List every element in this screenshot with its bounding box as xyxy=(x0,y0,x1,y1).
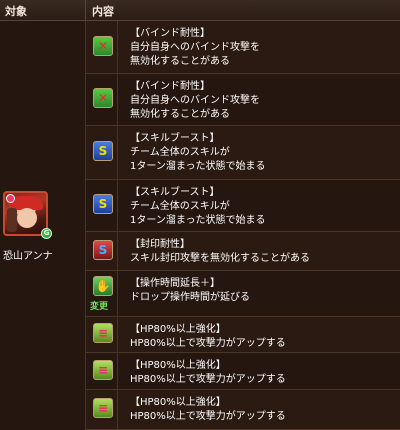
skill-icon-cell: S xyxy=(86,180,118,231)
skill-text-line: HP80%以上で攻撃力がアップする xyxy=(130,411,286,422)
header-target: 対象 xyxy=(5,5,27,18)
skill-text-line: 1ターン溜まった状態で始まる xyxy=(130,161,266,172)
skill-description: 【HP80%以上強化】 HP80%以上で攻撃力がアップする xyxy=(130,323,398,351)
header-content: 内容 xyxy=(92,5,114,18)
skill-title: 【操作時間延長＋】 xyxy=(130,278,220,289)
time-extend-plus-icon[interactable]: ✋ xyxy=(93,276,113,296)
skill-text-line: ドロップ操作時間が延びる xyxy=(130,292,250,303)
skill-text-line: HP80%以上で攻撃力がアップする xyxy=(130,338,286,349)
skill-description: 【封印耐性】スキル封印攻撃を無効化することがある xyxy=(130,238,398,266)
skill-description: 【HP80%以上強化】 HP80%以上で攻撃力がアップする xyxy=(130,396,398,424)
skill-icon-cell: ≡ xyxy=(86,390,118,429)
skill-boost-icon[interactable]: S xyxy=(93,141,113,161)
skill-title: 【HP80%以上強化】 xyxy=(130,324,226,335)
skill-title: 【スキルブースト】 xyxy=(130,187,220,198)
skill-text-line: HP80%以上で攻撃力がアップする xyxy=(130,374,286,385)
skill-row: ✕ 【バインド耐性】自分自身へのバインド攻撃を 無効化することがある xyxy=(86,21,400,74)
skill-icon-cell: ✋ 変更 xyxy=(86,271,118,316)
header-divider xyxy=(85,0,86,21)
skill-row: ≡ 【HP80%以上強化】 HP80%以上で攻撃力がアップする xyxy=(86,390,400,430)
skill-boost-icon[interactable]: S xyxy=(93,194,113,214)
skill-text-line: チーム全体のスキルが xyxy=(130,201,230,212)
change-label: 変更 xyxy=(90,302,109,312)
skill-title: 【スキルブースト】 xyxy=(130,133,220,144)
skill-description: 【バインド耐性】自分自身へのバインド攻撃を 無効化することがある xyxy=(130,80,398,122)
skill-description: 【スキルブースト】 チーム全体のスキルが 1ターン溜まった状態で始まる xyxy=(130,132,398,174)
portrait-face xyxy=(17,208,37,228)
hp80-enhance-icon[interactable]: ≡ xyxy=(93,323,113,343)
skill-icon-cell: S xyxy=(86,232,118,270)
hp80-enhance-icon[interactable]: ≡ xyxy=(93,398,113,418)
skill-text-line: 自分自身へのバインド攻撃を xyxy=(130,42,260,53)
portrait-badge xyxy=(6,194,15,203)
bind-resist-icon[interactable]: ✕ xyxy=(93,88,113,108)
skill-text-line: 1ターン溜まった状態で始まる xyxy=(130,215,266,226)
skill-row: S 【封印耐性】スキル封印攻撃を無効化することがある xyxy=(86,232,400,271)
skill-row: ≡ 【HP80%以上強化】 HP80%以上で攻撃力がアップする xyxy=(86,353,400,390)
skill-title: 【バインド耐性】 xyxy=(130,28,210,39)
table-header: 対象 内容 xyxy=(0,0,400,21)
skill-icon-cell: ✕ xyxy=(86,21,118,73)
skill-description: 【スキルブースト】 チーム全体のスキルが 1ターン溜まった状態で始まる xyxy=(130,186,398,228)
skill-row: S 【スキルブースト】 チーム全体のスキルが 1ターン溜まった状態で始まる xyxy=(86,126,400,180)
hp80-enhance-icon[interactable]: ≡ xyxy=(93,360,113,380)
skill-text-line: チーム全体のスキルが xyxy=(130,147,230,158)
seal-resist-icon[interactable]: S xyxy=(93,240,113,260)
character-name[interactable]: 恐山アンナ xyxy=(3,247,53,262)
skill-text-line: 無効化することがある xyxy=(130,56,230,67)
skill-row: ✋ 変更 【操作時間延長＋】ドロップ操作時間が延びる xyxy=(86,271,400,317)
skill-description: 【HP80%以上強化】 HP80%以上で攻撃力がアップする xyxy=(130,359,398,387)
skill-icon-cell: ✕ xyxy=(86,74,118,125)
skill-title: 【HP80%以上強化】 xyxy=(130,360,226,371)
skill-title: 【バインド耐性】 xyxy=(130,81,210,92)
awakening-table: 対象 内容 G 恐山アンナ ✕ 【バインド耐性】 自分自身へのバインド攻撃を 無効化す… xyxy=(0,0,400,430)
skill-row: ✕ 【バインド耐性】自分自身へのバインド攻撃を 無効化することがある xyxy=(86,74,400,126)
portrait-hair xyxy=(7,208,17,232)
bind-resist-icon[interactable]: ✕ xyxy=(93,36,113,56)
wood-attribute-icon: G xyxy=(41,228,52,239)
skill-description: 【バインド耐性】自分自身へのバインド攻撃を 無効化することがある xyxy=(130,27,398,69)
skill-icon-cell: ≡ xyxy=(86,353,118,389)
skill-row: ≡ 【HP80%以上強化】 HP80%以上で攻撃力がアップする xyxy=(86,317,400,353)
skill-row: S 【スキルブースト】 チーム全体のスキルが 1ターン溜まった状態で始まる xyxy=(86,180,400,232)
skill-text-line: スキル封印攻撃を無効化することがある xyxy=(130,253,310,264)
character-cell: G 恐山アンナ xyxy=(0,21,86,430)
skill-description: 【操作時間延長＋】ドロップ操作時間が延びる xyxy=(130,277,398,305)
skill-text-line: 無効化することがある xyxy=(130,109,230,120)
skill-title: 【HP80%以上強化】 xyxy=(130,397,226,408)
skill-text-line: 自分自身へのバインド攻撃を xyxy=(130,95,260,106)
skill-icon-cell: ≡ xyxy=(86,317,118,352)
skill-icon-cell: S xyxy=(86,126,118,179)
skill-title: 【封印耐性】 xyxy=(130,239,190,250)
